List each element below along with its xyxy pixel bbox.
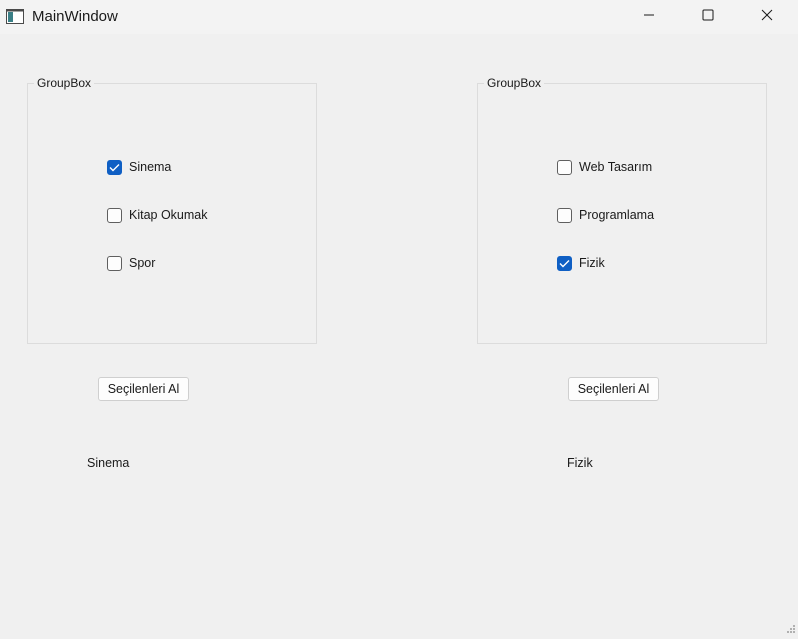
left-groupbox: GroupBox Sinema Kitap Okumak Spor	[27, 76, 317, 344]
window-title: MainWindow	[32, 8, 118, 25]
checkbox-label: Sinema	[129, 160, 172, 174]
maximize-button[interactable]	[685, 0, 731, 34]
checkbox-indicator[interactable]	[557, 255, 572, 271]
title-bar[interactable]: MainWindow	[0, 0, 798, 34]
checkbox-label: Spor	[129, 256, 156, 270]
checkbox-kitap-okumak[interactable]: Kitap Okumak	[107, 206, 208, 224]
checkbox-indicator[interactable]	[557, 159, 572, 175]
right-result-label: Fizik	[567, 456, 593, 470]
minimize-button[interactable]	[626, 0, 672, 34]
checkbox-programlama[interactable]: Programlama	[557, 206, 654, 224]
checkbox-web-tasarim[interactable]: Web Tasarım	[557, 158, 652, 176]
checkmark-icon	[559, 259, 570, 267]
app-window-icon	[6, 9, 24, 24]
left-get-selected-button[interactable]: Seçilenleri Al	[98, 377, 189, 401]
right-groupbox-title: GroupBox	[484, 76, 545, 90]
checkbox-label: Kitap Okumak	[129, 208, 208, 222]
checkbox-label: Fizik	[579, 256, 605, 270]
checkbox-spor[interactable]: Spor	[107, 254, 155, 272]
close-button[interactable]	[744, 0, 790, 34]
resize-grip-icon[interactable]	[786, 621, 796, 633]
main-window: MainWindow GroupBox Sinema Kitap Okumak …	[0, 0, 798, 633]
checkmark-icon	[109, 163, 120, 171]
checkbox-indicator[interactable]	[107, 255, 122, 271]
left-result-label: Sinema	[87, 456, 130, 470]
checkbox-sinema[interactable]: Sinema	[107, 158, 171, 176]
checkbox-fizik[interactable]: Fizik	[557, 254, 605, 272]
close-icon	[761, 8, 773, 26]
checkbox-indicator[interactable]	[107, 159, 122, 175]
checkbox-label: Programlama	[579, 208, 655, 222]
checkbox-indicator[interactable]	[107, 207, 122, 223]
right-groupbox: GroupBox Web Tasarım Programlama Fizik	[477, 76, 767, 344]
checkbox-indicator[interactable]	[557, 207, 572, 223]
checkbox-label: Web Tasarım	[579, 160, 653, 174]
minimize-icon	[643, 8, 655, 26]
right-get-selected-button[interactable]: Seçilenleri Al	[568, 377, 659, 401]
maximize-icon	[702, 8, 714, 26]
left-groupbox-title: GroupBox	[34, 76, 95, 90]
